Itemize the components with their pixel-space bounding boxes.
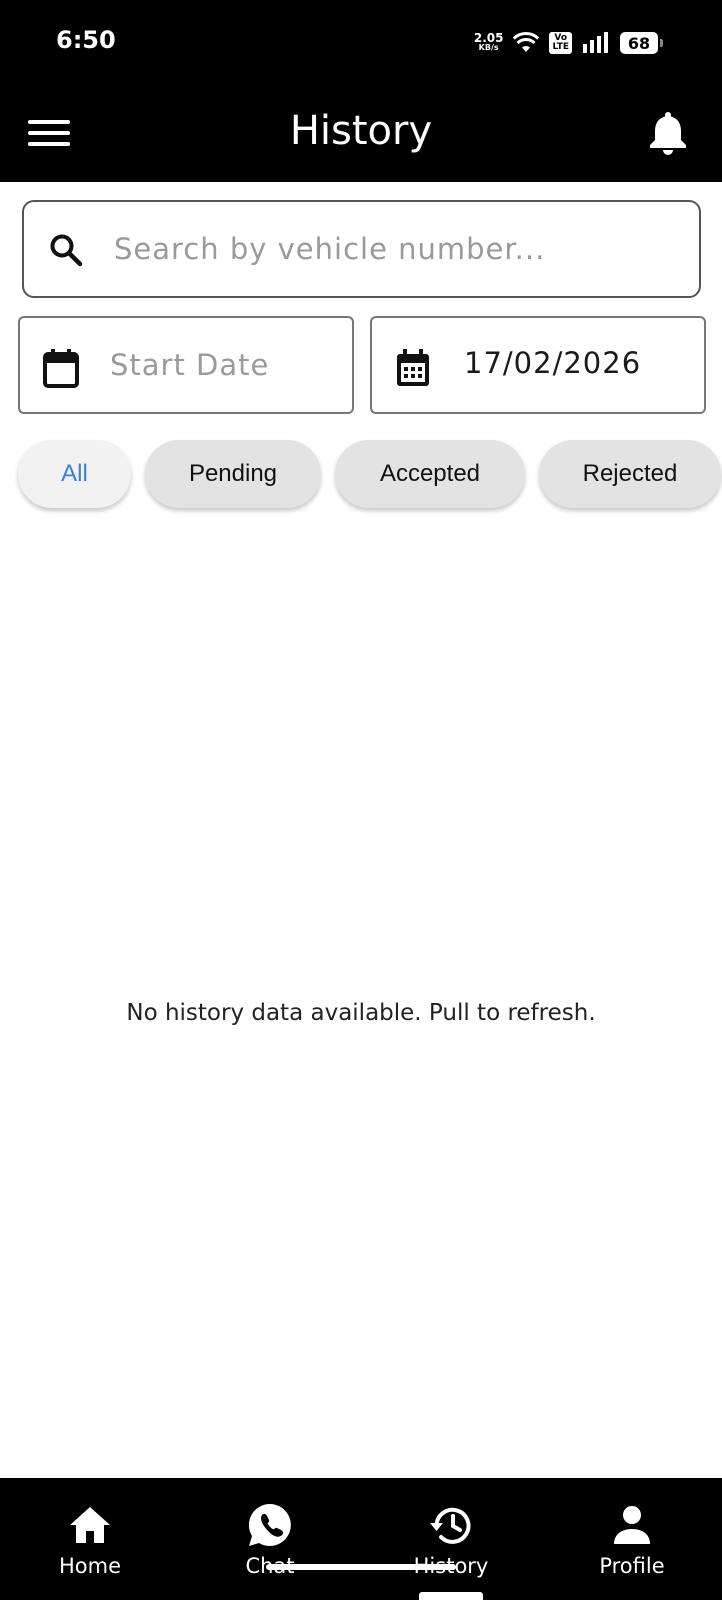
status-bar: 6:50 2.05 KB/s Vo LTE 68	[0, 0, 722, 82]
search-field[interactable]	[22, 200, 701, 298]
calendar-grid-icon	[397, 349, 429, 386]
battery-level: 68	[627, 33, 651, 53]
history-icon	[430, 1507, 471, 1544]
filter-chip-rejected[interactable]: Rejected	[539, 440, 721, 508]
active-tab-indicator	[419, 1592, 483, 1600]
person-icon	[614, 1506, 650, 1544]
calendar-icon	[43, 349, 79, 388]
wifi-icon	[513, 32, 540, 52]
nav-item-profile[interactable]: Profile	[562, 1502, 702, 1582]
nav-item-home[interactable]: Home	[20, 1502, 160, 1582]
filter-chip-all[interactable]: All	[18, 440, 131, 508]
signal-icon	[583, 32, 608, 53]
nav-label-home: Home	[58, 1554, 121, 1578]
end-date-value: 17/02/2026	[464, 346, 642, 380]
volte-badge: Vo LTE	[549, 32, 572, 54]
gesture-home-indicator[interactable]	[266, 1564, 456, 1570]
start-date-placeholder: Start Date	[110, 348, 270, 382]
bottom-navigation: Home Chat History Profile	[0, 1478, 722, 1600]
page-title: History	[289, 108, 433, 154]
nav-label-profile: Profile	[599, 1554, 665, 1578]
status-time: 6:50	[56, 26, 116, 54]
bell-icon	[650, 112, 686, 155]
empty-state-message: No history data available. Pull to refre…	[126, 1000, 596, 1026]
nav-item-history[interactable]: History	[381, 1502, 521, 1582]
app-bar: History	[0, 82, 722, 182]
notifications-button[interactable]	[648, 110, 688, 156]
home-icon	[70, 1507, 110, 1543]
nav-item-chat[interactable]: Chat	[200, 1502, 340, 1582]
network-speed-value: 2.05	[473, 31, 504, 45]
volte-bottom-text: LTE	[552, 42, 569, 52]
battery-icon: 68	[620, 32, 663, 54]
filter-chip-pending[interactable]: Pending	[145, 440, 321, 508]
end-date-field[interactable]: 17/02/2026	[370, 316, 706, 414]
network-speed: 2.05 KB/s	[473, 31, 504, 53]
search-input[interactable]	[114, 224, 674, 274]
search-icon	[50, 234, 83, 267]
status-icons: 2.05 KB/s Vo LTE 68	[473, 28, 663, 58]
whatsapp-chat-icon	[248, 1503, 291, 1546]
network-speed-unit: KB/s	[478, 43, 499, 52]
start-date-field[interactable]: Start Date	[18, 316, 354, 414]
filter-chip-accepted[interactable]: Accepted	[335, 440, 525, 508]
